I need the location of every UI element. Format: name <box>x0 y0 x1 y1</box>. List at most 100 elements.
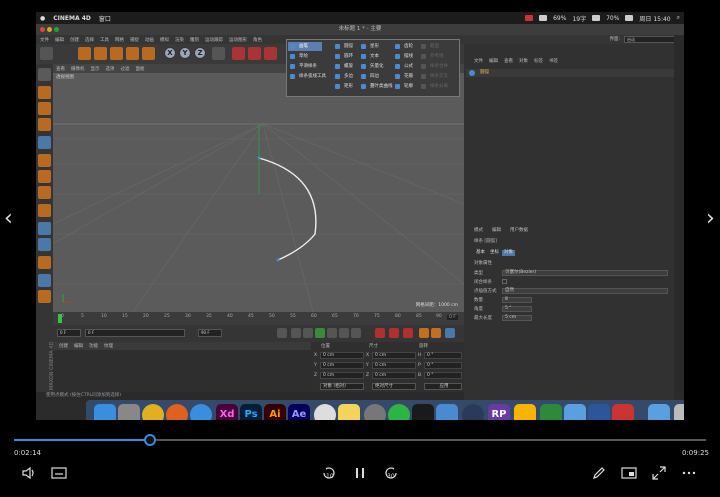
viewport-menu-item[interactable]: 面板 <box>136 66 145 72</box>
dd-item[interactable]: 花瓣 <box>393 72 413 81</box>
last-tool-icon[interactable] <box>142 47 155 60</box>
finder-icon[interactable] <box>94 404 116 420</box>
rotate-icon[interactable] <box>126 47 139 60</box>
dd-item[interactable]: 画笔 <box>288 42 322 51</box>
object-menu-item[interactable]: 查看 <box>504 58 513 66</box>
object-menu-item[interactable]: 标签 <box>534 58 543 66</box>
polygons-mode-icon[interactable] <box>38 170 51 183</box>
undo-icon[interactable] <box>40 47 53 60</box>
menu-item[interactable]: 捕捉 <box>130 37 139 43</box>
viewport-menu-item[interactable]: 查看 <box>56 66 65 72</box>
object-menu-item[interactable]: 对象 <box>519 58 528 66</box>
play-icon[interactable] <box>315 328 325 338</box>
model-mode-icon[interactable] <box>38 86 51 99</box>
pause-icon[interactable] <box>351 464 369 482</box>
trash-icon[interactable] <box>674 404 684 420</box>
workplane-mode-icon[interactable] <box>38 118 51 131</box>
timeline-ruler[interactable]: 0 5 10 15 20 25 30 35 40 45 50 55 60 65 … <box>53 312 464 325</box>
kite-icon[interactable] <box>436 404 458 420</box>
uplay-icon[interactable] <box>540 404 562 420</box>
render-picture-viewer-icon[interactable] <box>248 47 261 60</box>
object-menu-item[interactable]: 书签 <box>549 58 558 66</box>
menu-window[interactable]: 窗口 <box>99 14 111 23</box>
close-spline-checkbox[interactable] <box>502 279 507 284</box>
viewport-menu-item[interactable]: 显示 <box>91 66 100 72</box>
timeline-icon[interactable] <box>445 328 455 338</box>
size-z-field[interactable]: 0 cm <box>372 372 416 379</box>
rot-h-field[interactable]: 0 ° <box>424 352 462 359</box>
coord-mode-select[interactable]: 对象 (相对) <box>320 383 364 390</box>
dd-item[interactable]: 样条交叉 <box>419 72 448 81</box>
pos-y-field[interactable]: 0 cm <box>320 362 364 369</box>
scale-key-icon[interactable] <box>431 328 441 338</box>
app-name[interactable]: CINEMA 4D <box>53 15 91 22</box>
wifi-icon[interactable] <box>592 15 601 21</box>
snap-icon[interactable] <box>38 222 51 235</box>
position-key-icon[interactable] <box>419 328 429 338</box>
previous-frame-icon[interactable] <box>303 328 313 338</box>
pos-z-field[interactable]: 0 cm <box>320 372 364 379</box>
points-mode-icon[interactable] <box>38 136 51 149</box>
dd-item[interactable]: 星形 <box>359 42 379 51</box>
forward-30-icon[interactable]: 30 <box>382 464 400 482</box>
render-settings-icon[interactable] <box>264 47 277 60</box>
x-axis-lock-icon[interactable]: X <box>164 47 176 59</box>
dd-item[interactable]: 圆弧 <box>333 42 353 51</box>
menu-item[interactable]: 工具 <box>100 37 109 43</box>
apply-button[interactable]: 应用 <box>424 383 462 390</box>
search-icon[interactable]: ⌕ <box>677 14 680 22</box>
viewport-menu-item[interactable]: 过滤 <box>121 66 130 72</box>
dd-item[interactable]: 草绘 <box>288 52 308 61</box>
attr-menu-item[interactable]: 编辑 <box>492 227 501 233</box>
move-icon[interactable] <box>94 47 107 60</box>
dd-item[interactable]: 蔓叶类曲线 <box>359 82 393 91</box>
end-frame-field[interactable]: 90 F <box>198 329 222 337</box>
tweak-icon[interactable] <box>38 290 51 303</box>
preview-range-slider[interactable]: 0 F <box>85 329 185 337</box>
mini-player-icon[interactable] <box>620 464 638 482</box>
keyframe-selection-icon[interactable] <box>403 328 413 338</box>
dd-item[interactable]: 样条合并 <box>419 62 448 71</box>
make-editable-icon[interactable] <box>38 68 51 81</box>
next-frame-icon[interactable] <box>327 328 337 338</box>
solo-icon[interactable] <box>38 274 51 287</box>
menu-item[interactable]: 角色 <box>253 37 262 43</box>
dd-item[interactable]: 矢量化 <box>359 62 384 71</box>
volume-icon[interactable] <box>20 464 38 482</box>
size-x-field[interactable]: 0 cm <box>372 352 416 359</box>
wechat-icon[interactable] <box>388 404 410 420</box>
illustrator-icon[interactable]: Ai <box>264 404 286 420</box>
edit-pen-icon[interactable] <box>590 464 608 482</box>
dd-item[interactable]: 样条分离 <box>419 82 448 91</box>
menu-item[interactable]: 运动跟踪 <box>205 37 223 43</box>
attr-menu-item[interactable]: 用户数据 <box>510 227 528 233</box>
menu-item[interactable]: 雕刻 <box>190 37 199 43</box>
seek-handle[interactable] <box>143 434 156 446</box>
dd-item[interactable]: 矩形 <box>333 82 353 91</box>
uv-mode-icon[interactable] <box>38 186 51 199</box>
quantize-icon[interactable] <box>38 238 51 251</box>
previous-key-icon[interactable] <box>291 328 301 338</box>
attr-menu-item[interactable]: 模式 <box>474 227 483 233</box>
dd-item[interactable]: 截面 <box>419 42 439 51</box>
dd-item[interactable]: 多边 <box>333 72 353 81</box>
chrome-icon[interactable] <box>142 404 164 420</box>
rot-b-field[interactable]: 0 ° <box>424 372 462 379</box>
dd-item[interactable]: 平滑样条 <box>288 62 317 71</box>
dd-item[interactable]: 样条弧线工具 <box>288 72 326 81</box>
subtitles-icon[interactable] <box>50 464 68 482</box>
viewport-menu-item[interactable]: 选项 <box>106 66 115 72</box>
zoom-icon[interactable] <box>54 27 59 32</box>
scale-icon[interactable] <box>110 47 123 60</box>
material-menu-item[interactable]: 创建 <box>59 343 68 349</box>
render-view-icon[interactable] <box>232 47 245 60</box>
material-menu-item[interactable]: 编辑 <box>74 343 83 349</box>
bridge-icon[interactable] <box>564 404 586 420</box>
safari-icon[interactable] <box>190 404 212 420</box>
next-icon[interactable]: › <box>706 206 715 231</box>
angle-field[interactable]: 5 ° <box>502 306 532 312</box>
max-length-field[interactable]: 5 cm <box>502 315 532 321</box>
autokey-icon[interactable] <box>389 328 399 338</box>
preferences-icon[interactable] <box>364 404 386 420</box>
qq-icon[interactable] <box>412 404 434 420</box>
